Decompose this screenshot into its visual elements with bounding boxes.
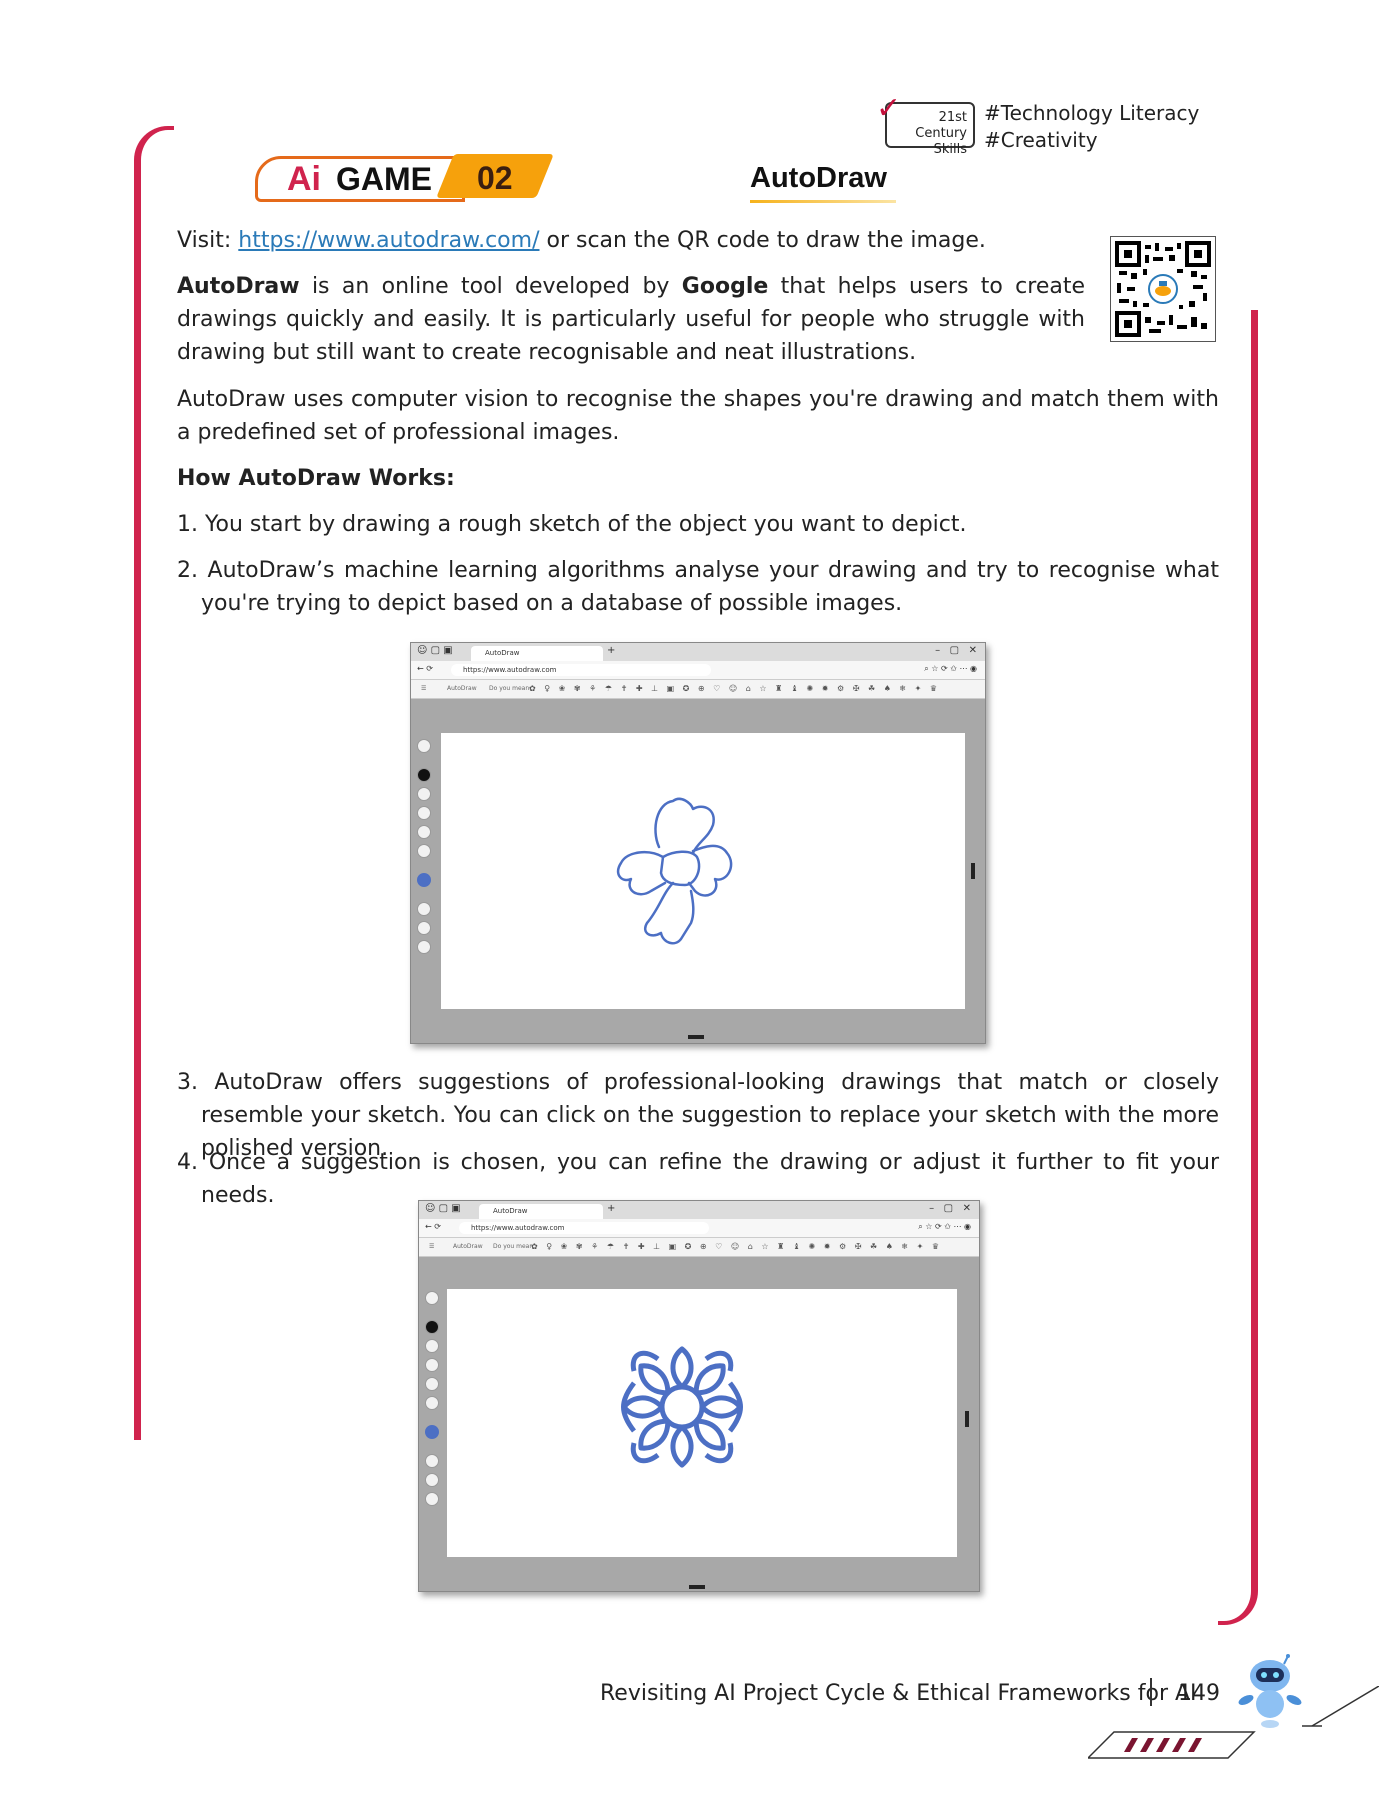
resize-handle xyxy=(971,863,975,879)
browser-actions-icon: ⌕ ☆ ⟳ ✩ ⋯ ◉ xyxy=(924,664,977,673)
browser-tab: AutoDraw xyxy=(471,646,603,661)
ai-game-badge: Ai GAME 02 xyxy=(255,154,554,204)
autodraw-link[interactable]: https://www.autodraw.com/ xyxy=(238,228,539,253)
step-1: 1. You start by drawing a rough sketch o… xyxy=(177,512,967,537)
window-controls: – ▢ ✕ xyxy=(935,645,977,656)
browser-actions-icon: ⌕ ☆ ⟳ ✩ ⋯ ◉ xyxy=(918,1222,971,1231)
autodraw-screenshot-sketch: ☺ ▢ ▣ AutoDraw + – ▢ ✕ ← ⟳ https://www.a… xyxy=(410,642,986,1044)
right-bracket-decoration xyxy=(1218,310,1258,1625)
back-reload-icon: ← ⟳ xyxy=(417,664,433,673)
tool-palette xyxy=(425,1291,439,1511)
address-bar: https://www.autodraw.com xyxy=(459,1222,709,1234)
resize-handle-bottom xyxy=(689,1585,705,1589)
polished-flower-drawing xyxy=(621,1346,743,1468)
menu-icon: ☰ xyxy=(429,1243,435,1250)
rough-flower-sketch xyxy=(616,797,733,945)
checkmark-icon: ✓ xyxy=(876,91,902,126)
qr-code-image xyxy=(1110,236,1216,342)
new-tab-icon: + xyxy=(607,645,616,656)
ai-logo: Ai xyxy=(287,160,321,198)
decorative-stripes xyxy=(1087,1685,1379,1760)
menu-icon: ☰ xyxy=(421,685,427,692)
left-bracket-decoration xyxy=(134,126,174,1440)
how-it-works-heading: How AutoDraw Works: xyxy=(177,466,455,491)
computer-vision-paragraph: AutoDraw uses computer vision to recogni… xyxy=(177,387,1219,445)
step-2: 2. AutoDraw’s machine learning algorithm… xyxy=(177,558,1219,616)
drawing-canvas xyxy=(441,733,965,1009)
intro-paragraph: AutoDraw is an online tool developed by … xyxy=(177,274,1086,365)
resize-handle-bottom xyxy=(688,1035,704,1039)
profile-icon: ☺ ▢ ▣ xyxy=(417,645,453,656)
title-underline xyxy=(750,200,896,203)
skill-tags: #Technology Literacy #Creativity xyxy=(984,100,1199,154)
game-label: GAME xyxy=(336,161,432,197)
address-bar: https://www.autodraw.com xyxy=(451,664,711,676)
game-number: 02 xyxy=(477,160,513,196)
suggestion-icons: ✿ ♀ ❀ ✾ ⚘ ☂ ✝ ✚ ⊥ ▣ ✪ ⊕ ♡ ☺ ⌂ ☆ ♜ ♝ ✺ ✹ … xyxy=(529,684,941,693)
toolbar-brand: AutoDraw xyxy=(447,685,477,692)
suggestion-icons: ✿ ♀ ❀ ✾ ⚘ ☂ ✝ ✚ ⊥ ▣ ✪ ⊕ ♡ ☺ ⌂ ☆ ♜ ♝ ✺ ✹ … xyxy=(531,1242,943,1251)
window-controls: – ▢ ✕ xyxy=(929,1203,971,1214)
toolbar-hint: Do you mean: xyxy=(489,685,532,692)
tool-palette xyxy=(417,739,431,959)
skills-badge-line2: Skills xyxy=(933,142,967,157)
profile-icon: ☺ ▢ ▣ xyxy=(425,1203,461,1214)
page-title: AutoDraw xyxy=(750,162,887,194)
autodraw-screenshot-suggestion: ☺ ▢ ▣ AutoDraw + – ▢ ✕ ← ⟳ https://www.a… xyxy=(418,1200,980,1592)
visit-line: Visit: https://www.autodraw.com/ or scan… xyxy=(177,228,986,253)
tag-creativity: #Creativity xyxy=(984,128,1098,152)
tag-technology-literacy: #Technology Literacy xyxy=(984,101,1200,125)
new-tab-icon: + xyxy=(607,1203,616,1214)
drawing-canvas xyxy=(447,1289,957,1557)
toolbar-hint: Do you mean: xyxy=(493,1243,536,1250)
resize-handle xyxy=(965,1411,969,1427)
back-reload-icon: ← ⟳ xyxy=(425,1222,441,1231)
browser-tab: AutoDraw xyxy=(479,1204,603,1219)
toolbar-brand: AutoDraw xyxy=(453,1243,483,1250)
